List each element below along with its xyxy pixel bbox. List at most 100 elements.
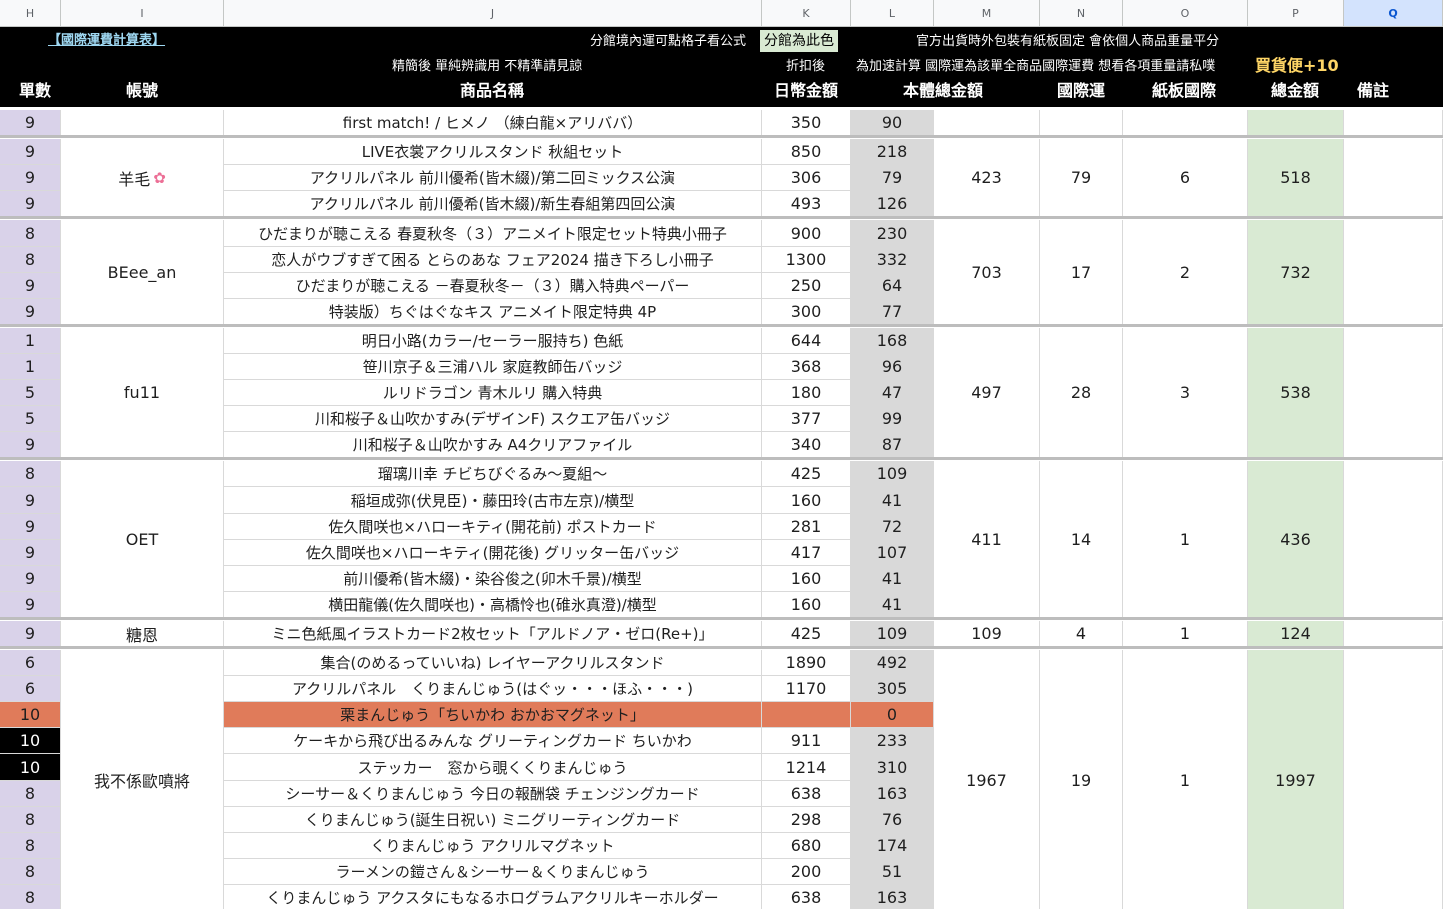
- account-cell[interactable]: 糖恩: [61, 621, 224, 647]
- intl-shipping-cell[interactable]: 4: [1040, 621, 1123, 647]
- jpy-price-cell[interactable]: 200: [762, 859, 851, 885]
- order-count-cell[interactable]: 9: [0, 621, 61, 647]
- account-cell[interactable]: BEee_an: [61, 220, 224, 325]
- total-cell[interactable]: 732: [1248, 220, 1344, 325]
- column-header-o[interactable]: O: [1123, 0, 1248, 27]
- intl-shipping-cell[interactable]: 79: [1040, 139, 1123, 217]
- body-total-cell[interactable]: 99: [851, 406, 934, 432]
- board-intl-cell[interactable]: 2: [1123, 220, 1248, 325]
- body-total-cell[interactable]: 0: [851, 702, 934, 728]
- intl-shipping-cell[interactable]: 14: [1040, 461, 1123, 618]
- order-count-cell[interactable]: 9: [0, 273, 61, 299]
- jpy-price-cell[interactable]: 377: [762, 406, 851, 432]
- order-count-cell[interactable]: 8: [0, 859, 61, 885]
- column-header-k[interactable]: K: [762, 0, 851, 27]
- order-count-cell[interactable]: 10: [0, 702, 61, 728]
- body-total-cell[interactable]: 79: [851, 165, 934, 191]
- item-name-cell[interactable]: くりまんじゅう アクリルマグネット: [224, 833, 762, 859]
- subtotal-cell[interactable]: [934, 110, 1040, 136]
- body-total-cell[interactable]: 47: [851, 380, 934, 406]
- subtotal-cell[interactable]: 411: [934, 461, 1040, 618]
- body-total-cell[interactable]: 163: [851, 885, 934, 909]
- total-cell[interactable]: 1997: [1248, 650, 1344, 909]
- subtotal-cell[interactable]: 1967: [934, 650, 1040, 909]
- order-count-cell[interactable]: 5: [0, 406, 61, 432]
- order-count-cell[interactable]: 9: [0, 432, 61, 458]
- body-total-cell[interactable]: 72: [851, 514, 934, 540]
- body-total-cell[interactable]: 168: [851, 328, 934, 354]
- jpy-price-cell[interactable]: 306: [762, 165, 851, 191]
- order-count-cell[interactable]: 9: [0, 514, 61, 540]
- body-total-cell[interactable]: 305: [851, 676, 934, 702]
- subtotal-cell[interactable]: 497: [934, 328, 1040, 458]
- body-total-cell[interactable]: 41: [851, 487, 934, 514]
- account-cell[interactable]: [61, 110, 224, 136]
- subtotal-cell[interactable]: 109: [934, 621, 1040, 647]
- item-name-cell[interactable]: ステッカー 窓から覗くくりまんじゅう: [224, 754, 762, 781]
- column-header-j[interactable]: J: [224, 0, 762, 27]
- notes-cell[interactable]: [1344, 650, 1443, 909]
- jpy-price-cell[interactable]: 425: [762, 461, 851, 487]
- body-total-cell[interactable]: 87: [851, 432, 934, 458]
- total-cell[interactable]: 436: [1248, 461, 1344, 618]
- item-name-cell[interactable]: 瑠璃川幸 チビちびぐるみ～夏組～: [224, 461, 762, 487]
- jpy-price-cell[interactable]: 425: [762, 621, 851, 647]
- jpy-price-cell[interactable]: 850: [762, 139, 851, 165]
- item-name-cell[interactable]: 恋人がウブすぎて困る とらのあな フェア2024 描き下ろし小冊子: [224, 247, 762, 273]
- account-cell[interactable]: fu11: [61, 328, 224, 458]
- body-total-cell[interactable]: 174: [851, 833, 934, 859]
- total-cell[interactable]: 538: [1248, 328, 1344, 458]
- body-total-cell[interactable]: 76: [851, 807, 934, 833]
- board-intl-cell[interactable]: [1123, 110, 1248, 136]
- calculator-title-link[interactable]: 【國際運費計算表】: [48, 32, 165, 50]
- column-header-i[interactable]: I: [61, 0, 224, 27]
- jpy-price-cell[interactable]: 350: [762, 110, 851, 136]
- order-count-cell[interactable]: 9: [0, 165, 61, 191]
- item-name-cell[interactable]: 佐久間咲也×ハローキティ(開花前) ポストカード: [224, 514, 762, 540]
- body-total-cell[interactable]: 109: [851, 621, 934, 647]
- body-total-cell[interactable]: 492: [851, 650, 934, 676]
- item-name-cell[interactable]: 佐久間咲也×ハローキティ(開花後) グリッター缶バッジ: [224, 540, 762, 566]
- column-header-h[interactable]: H: [0, 0, 61, 27]
- body-total-cell[interactable]: 218: [851, 139, 934, 165]
- item-name-cell[interactable]: LIVE衣裳アクリルスタンド 秋組セット: [224, 139, 762, 165]
- item-name-cell[interactable]: ひだまりが聴こえる －春夏秋冬－（３）購入特典ペーパー: [224, 273, 762, 299]
- order-count-cell[interactable]: 6: [0, 676, 61, 702]
- order-count-cell[interactable]: 8: [0, 807, 61, 833]
- order-count-cell[interactable]: 1: [0, 328, 61, 354]
- column-header-n[interactable]: N: [1040, 0, 1123, 27]
- intl-shipping-cell[interactable]: 19: [1040, 650, 1123, 909]
- body-total-cell[interactable]: 109: [851, 461, 934, 487]
- body-total-cell[interactable]: 96: [851, 354, 934, 380]
- intl-shipping-cell[interactable]: 17: [1040, 220, 1123, 325]
- item-name-cell[interactable]: ケーキから飛び出るみんな グリーティングカード ちいかわ: [224, 728, 762, 754]
- column-header-l[interactable]: L: [851, 0, 934, 27]
- jpy-price-cell[interactable]: 1214: [762, 754, 851, 781]
- order-count-cell[interactable]: 9: [0, 110, 61, 136]
- item-name-cell[interactable]: アクリルパネル 前川優希(皆木綴)/新生春組第四回公演: [224, 191, 762, 217]
- order-count-cell[interactable]: 8: [0, 781, 61, 807]
- order-count-cell[interactable]: 9: [0, 191, 61, 217]
- order-count-cell[interactable]: 9: [0, 299, 61, 325]
- item-name-cell[interactable]: くりまんじゅう アクスタにもなるホログラムアクリルキーホルダー: [224, 885, 762, 909]
- item-name-cell[interactable]: 前川優希(皆木綴)・染谷俊之(卯木千景)/横型: [224, 566, 762, 592]
- account-cell[interactable]: 我不係歐噴將: [61, 650, 224, 909]
- jpy-price-cell[interactable]: 680: [762, 833, 851, 859]
- order-count-cell[interactable]: 8: [0, 833, 61, 859]
- jpy-price-cell[interactable]: 180: [762, 380, 851, 406]
- account-cell[interactable]: OET: [61, 461, 224, 618]
- order-count-cell[interactable]: 8: [0, 220, 61, 247]
- item-name-cell[interactable]: 特装版）ちぐはぐなキス アニメイト限定特典 4P: [224, 299, 762, 325]
- jpy-price-cell[interactable]: [762, 702, 851, 728]
- body-total-cell[interactable]: 41: [851, 592, 934, 618]
- board-intl-cell[interactable]: 6: [1123, 139, 1248, 217]
- item-name-cell[interactable]: ルリドラゴン 青木ルリ 購入特典: [224, 380, 762, 406]
- item-name-cell[interactable]: ひだまりが聴こえる 春夏秋冬（３）アニメイト限定セット特典小冊子: [224, 220, 762, 247]
- jpy-price-cell[interactable]: 250: [762, 273, 851, 299]
- notes-cell[interactable]: [1344, 328, 1443, 458]
- jpy-price-cell[interactable]: 644: [762, 328, 851, 354]
- body-total-cell[interactable]: 41: [851, 566, 934, 592]
- item-name-cell[interactable]: 集合(のめるっていいね) レイヤーアクリルスタンド: [224, 650, 762, 676]
- jpy-price-cell[interactable]: 160: [762, 487, 851, 514]
- subtotal-cell[interactable]: 703: [934, 220, 1040, 325]
